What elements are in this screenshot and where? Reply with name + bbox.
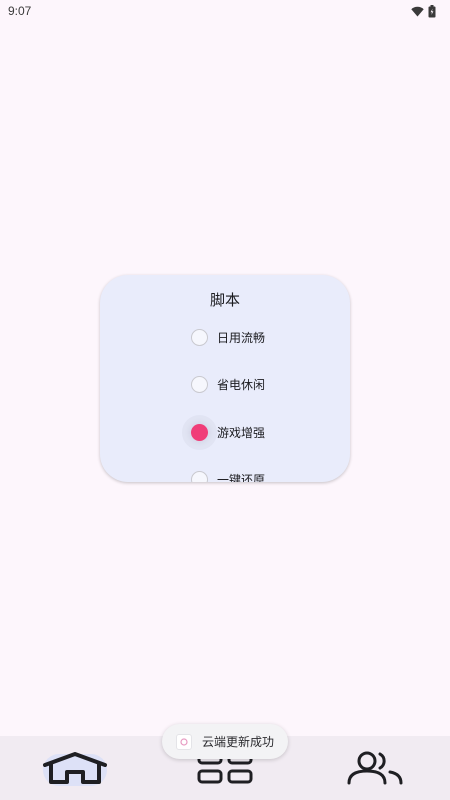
battery-icon <box>428 4 436 18</box>
option-label: 游戏增强 <box>217 425 266 440</box>
status-time: 9:07 <box>8 4 32 18</box>
radio-button[interactable] <box>191 470 208 482</box>
wifi-icon <box>411 6 424 17</box>
app-icon <box>176 733 192 750</box>
script-card: 脚本 日用流畅 省电休闲 游戏增强 一键还原 <box>100 275 350 482</box>
users-icon <box>347 751 403 785</box>
option-label: 省电休闲 <box>217 377 266 392</box>
option-power-saving[interactable]: 省电休闲 <box>191 372 265 396</box>
status-bar: 9:07 <box>0 0 450 22</box>
option-daily-smooth[interactable]: 日用流畅 <box>191 325 265 349</box>
radio-button[interactable] <box>191 328 208 346</box>
card-title: 脚本 <box>209 291 240 309</box>
option-game-boost[interactable]: 游戏增强 <box>191 420 265 444</box>
toast: 云端更新成功 <box>162 724 288 759</box>
status-icons <box>411 4 436 18</box>
home-icon <box>43 752 107 784</box>
toast-message: 云端更新成功 <box>202 735 275 749</box>
radio-button[interactable] <box>191 375 208 393</box>
nav-item-users[interactable] <box>325 738 425 798</box>
nav-item-home[interactable] <box>25 738 125 798</box>
screen: 9:07 脚本 日用流畅 省电休闲 游戏增强 一键还原 云端更新成功 <box>0 0 450 800</box>
option-label: 一键还原 <box>217 472 266 483</box>
option-one-click-restore[interactable]: 一键还原 <box>191 467 265 482</box>
option-label: 日用流畅 <box>217 330 266 345</box>
radio-button-selected[interactable] <box>191 423 208 441</box>
